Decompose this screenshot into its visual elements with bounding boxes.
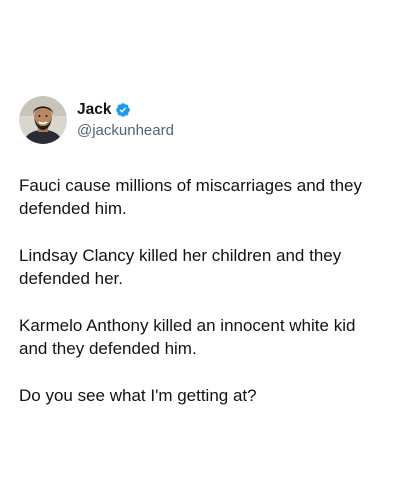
verified-badge-icon (115, 102, 131, 118)
tweet-paragraph: Karmelo Anthony killed an innocent white… (19, 316, 356, 358)
display-name[interactable]: Jack (77, 100, 111, 119)
tweet-paragraph: Fauci cause millions of miscarriages and… (19, 176, 362, 218)
tweet-paragraph: Do you see what I'm getting at? (19, 386, 257, 405)
user-info: Jack @jackunheard (77, 100, 174, 140)
person-avatar-icon (19, 96, 67, 144)
tweet-text: Fauci cause millions of miscarriages and… (19, 174, 389, 407)
tweet-header: Jack @jackunheard (19, 96, 174, 144)
tweet-paragraph: Lindsay Clancy killed her children and t… (19, 246, 342, 288)
tweet-card: Jack @jackunheard Fauci cause millions o… (0, 0, 400, 500)
user-handle[interactable]: @jackunheard (77, 121, 174, 140)
name-row: Jack (77, 100, 174, 119)
avatar[interactable] (19, 96, 67, 144)
